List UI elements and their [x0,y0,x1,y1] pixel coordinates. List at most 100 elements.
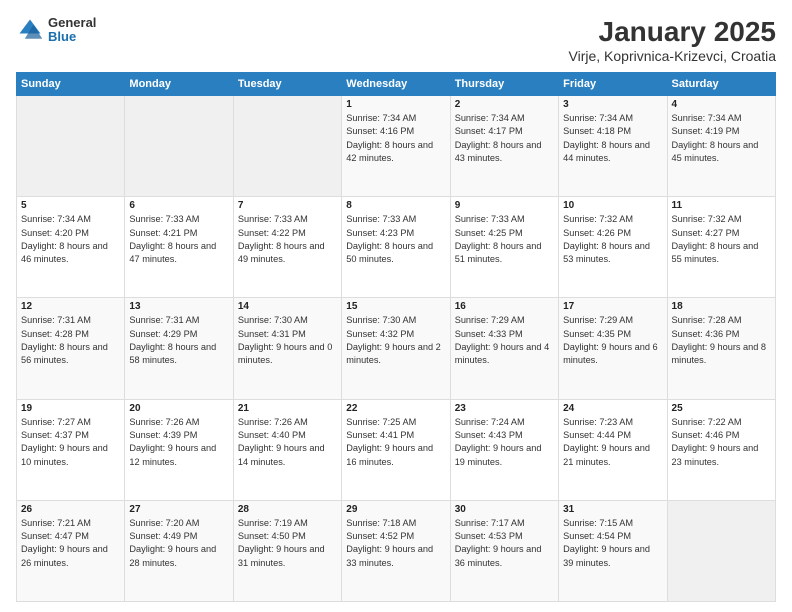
header: General Blue January 2025 Virje, Koprivn… [16,16,776,64]
calendar-table: SundayMondayTuesdayWednesdayThursdayFrid… [16,72,776,602]
calendar-cell: 28Sunrise: 7:19 AM Sunset: 4:50 PM Dayli… [233,500,341,601]
week-row-4: 19 Sunrise: 7:27 AM Sunset: 4:37 PM Dayli… [17,399,776,500]
calendar-cell: 10 Sunrise: 7:32 AM Sunset: 4:26 PM Dayli… [559,197,667,298]
day-info: Sunrise: 7:34 AM Sunset: 4:18 PM Dayligh… [563,112,662,165]
day-header-thursday: Thursday [450,73,558,96]
calendar-cell [125,96,233,197]
calendar-cell: 27 Sunrise: 7:20 AM Sunset: 4:49 PM Dayli… [125,500,233,601]
day-number: 3 [563,99,662,110]
day-number: 30 [455,504,554,515]
day-number: 20 [129,403,228,414]
calendar-cell: 15 Sunrise: 7:30 AM Sunset: 4:32 PM Dayli… [342,298,450,399]
day-number: 15 [346,301,445,312]
calendar-cell: 21Sunrise: 7:26 AM Sunset: 4:40 PM Dayli… [233,399,341,500]
day-number: 8 [346,200,445,211]
day-header-monday: Monday [125,73,233,96]
day-info: Sunrise: 7:33 AM Sunset: 4:22 PM Dayligh… [238,213,337,266]
day-number: 2 [455,99,554,110]
day-number: 10 [563,200,662,211]
day-number: 1 [346,99,445,110]
day-number: 18 [672,301,771,312]
day-info: Sunrise: 7:18 AM Sunset: 4:52 PM Dayligh… [346,517,445,570]
day-number: 4 [672,99,771,110]
calendar-cell: 5Sunrise: 7:34 AM Sunset: 4:20 PM Daylig… [17,197,125,298]
day-number: 17 [563,301,662,312]
day-number: 14 [238,301,337,312]
day-number: 6 [129,200,228,211]
day-info: Sunrise: 7:19 AM Sunset: 4:50 PM Dayligh… [238,517,337,570]
calendar-cell: 13 Sunrise: 7:31 AM Sunset: 4:29 PM Dayli… [125,298,233,399]
day-info: Sunrise: 7:23 AM Sunset: 4:44 PM Dayligh… [563,416,662,469]
calendar-cell: 17 Sunrise: 7:29 AM Sunset: 4:35 PM Dayli… [559,298,667,399]
calendar-cell: 11Sunrise: 7:32 AM Sunset: 4:27 PM Dayli… [667,197,775,298]
calendar-header-row: SundayMondayTuesdayWednesdayThursdayFrid… [17,73,776,96]
day-info: Sunrise: 7:29 AM Sunset: 4:33 PM Dayligh… [455,314,554,367]
day-info: Sunrise: 7:33 AM Sunset: 4:21 PM Dayligh… [129,213,228,266]
day-header-friday: Friday [559,73,667,96]
day-info: Sunrise: 7:17 AM Sunset: 4:53 PM Dayligh… [455,517,554,570]
logo-icon [16,16,44,44]
day-number: 22 [346,403,445,414]
day-info: Sunrise: 7:25 AM Sunset: 4:41 PM Dayligh… [346,416,445,469]
day-number: 13 [129,301,228,312]
logo-blue-text: Blue [48,30,96,44]
day-info: Sunrise: 7:27 AM Sunset: 4:37 PM Dayligh… [21,416,120,469]
day-header-saturday: Saturday [667,73,775,96]
day-header-wednesday: Wednesday [342,73,450,96]
day-header-sunday: Sunday [17,73,125,96]
calendar-cell: 29 Sunrise: 7:18 AM Sunset: 4:52 PM Dayli… [342,500,450,601]
day-info: Sunrise: 7:31 AM Sunset: 4:28 PM Dayligh… [21,314,120,367]
day-number: 24 [563,403,662,414]
day-number: 9 [455,200,554,211]
day-info: Sunrise: 7:32 AM Sunset: 4:26 PM Dayligh… [563,213,662,266]
calendar-cell: 12 Sunrise: 7:31 AM Sunset: 4:28 PM Dayli… [17,298,125,399]
day-info: Sunrise: 7:30 AM Sunset: 4:31 PM Dayligh… [238,314,337,367]
day-number: 12 [21,301,120,312]
day-info: Sunrise: 7:20 AM Sunset: 4:49 PM Dayligh… [129,517,228,570]
calendar-cell: 4 Sunrise: 7:34 AM Sunset: 4:19 PM Daylig… [667,96,775,197]
calendar-cell: 24 Sunrise: 7:23 AM Sunset: 4:44 PM Dayli… [559,399,667,500]
calendar-cell [667,500,775,601]
calendar-cell: 30 Sunrise: 7:17 AM Sunset: 4:53 PM Dayli… [450,500,558,601]
day-number: 7 [238,200,337,211]
day-number: 19 [21,403,120,414]
day-number: 21 [238,403,337,414]
day-info: Sunrise: 7:34 AM Sunset: 4:19 PM Dayligh… [672,112,771,165]
day-info: Sunrise: 7:24 AM Sunset: 4:43 PM Dayligh… [455,416,554,469]
day-number: 27 [129,504,228,515]
logo: General Blue [16,16,96,45]
calendar-cell [17,96,125,197]
day-info: Sunrise: 7:31 AM Sunset: 4:29 PM Dayligh… [129,314,228,367]
logo-general-text: General [48,16,96,30]
day-info: Sunrise: 7:26 AM Sunset: 4:39 PM Dayligh… [129,416,228,469]
day-number: 31 [563,504,662,515]
calendar-cell: 8Sunrise: 7:33 AM Sunset: 4:23 PM Daylig… [342,197,450,298]
calendar-cell: 18 Sunrise: 7:28 AM Sunset: 4:36 PM Dayli… [667,298,775,399]
day-number: 11 [672,200,771,211]
calendar-cell: 25Sunrise: 7:22 AM Sunset: 4:46 PM Dayli… [667,399,775,500]
day-number: 16 [455,301,554,312]
day-info: Sunrise: 7:29 AM Sunset: 4:35 PM Dayligh… [563,314,662,367]
calendar-cell: 16 Sunrise: 7:29 AM Sunset: 4:33 PM Dayli… [450,298,558,399]
logo-text: General Blue [48,16,96,45]
day-info: Sunrise: 7:21 AM Sunset: 4:47 PM Dayligh… [21,517,120,570]
calendar-cell: 20 Sunrise: 7:26 AM Sunset: 4:39 PM Dayli… [125,399,233,500]
day-info: Sunrise: 7:15 AM Sunset: 4:54 PM Dayligh… [563,517,662,570]
day-info: Sunrise: 7:30 AM Sunset: 4:32 PM Dayligh… [346,314,445,367]
title-block: January 2025 Virje, Koprivnica-Krizevci,… [569,16,776,64]
week-row-5: 26 Sunrise: 7:21 AM Sunset: 4:47 PM Dayli… [17,500,776,601]
calendar-cell: 3 Sunrise: 7:34 AM Sunset: 4:18 PM Daylig… [559,96,667,197]
calendar-cell: 9 Sunrise: 7:33 AM Sunset: 4:25 PM Daylig… [450,197,558,298]
day-number: 23 [455,403,554,414]
day-info: Sunrise: 7:28 AM Sunset: 4:36 PM Dayligh… [672,314,771,367]
calendar-title: January 2025 [569,16,776,48]
calendar-cell: 26 Sunrise: 7:21 AM Sunset: 4:47 PM Dayli… [17,500,125,601]
day-number: 29 [346,504,445,515]
calendar-subtitle: Virje, Koprivnica-Krizevci, Croatia [569,48,776,64]
calendar-cell: 1Sunrise: 7:34 AM Sunset: 4:16 PM Daylig… [342,96,450,197]
day-info: Sunrise: 7:34 AM Sunset: 4:17 PM Dayligh… [455,112,554,165]
day-info: Sunrise: 7:33 AM Sunset: 4:25 PM Dayligh… [455,213,554,266]
day-number: 26 [21,504,120,515]
calendar-cell [233,96,341,197]
day-number: 25 [672,403,771,414]
